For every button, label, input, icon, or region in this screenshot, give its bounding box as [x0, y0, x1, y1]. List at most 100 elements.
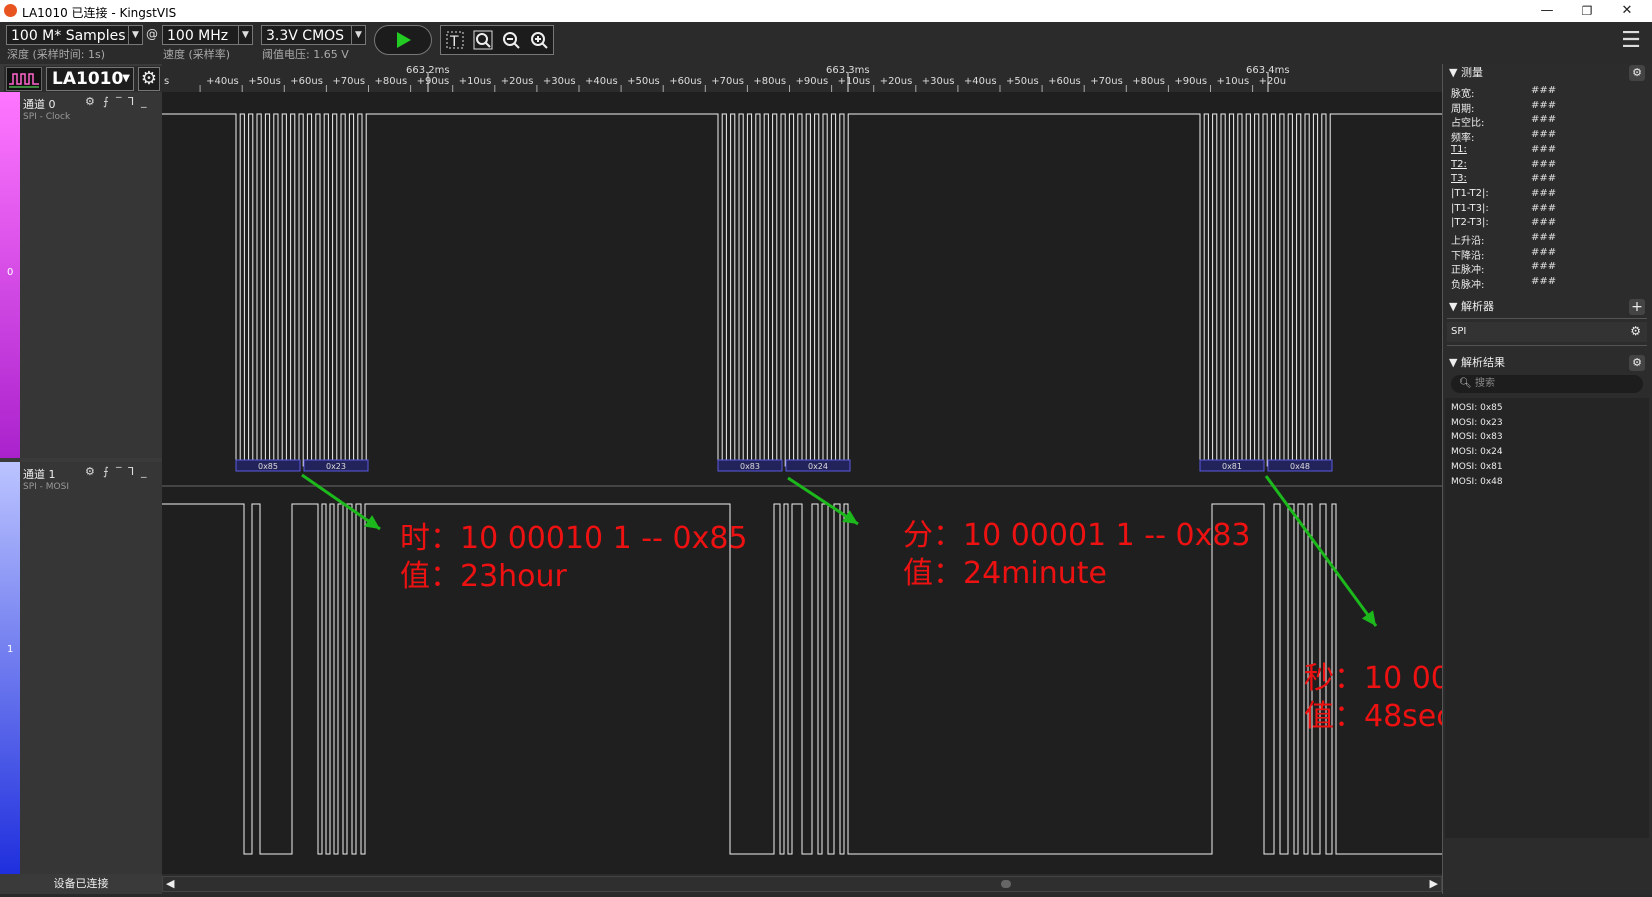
- at-sign: @: [146, 27, 158, 41]
- device-select[interactable]: LA1010 ▼: [46, 67, 134, 91]
- add-analyzer-plus-icon[interactable]: +: [1629, 299, 1645, 315]
- ruler-tick-label: +90us: [1174, 76, 1207, 87]
- zoom-in-icon[interactable]: [528, 29, 550, 51]
- measure-row: T1: ###: [1451, 144, 1647, 159]
- falling-edge-icon[interactable]: Ꞁ: [128, 95, 134, 108]
- decoded-byte-text: 0x85: [258, 462, 278, 471]
- text-tool-icon[interactable]: T: [444, 29, 466, 51]
- measure-value: ###: [1531, 99, 1557, 111]
- annotation-hour-line2: 值：23hour: [400, 559, 567, 594]
- high-level-icon[interactable]: ‾: [116, 465, 122, 478]
- high-level-icon[interactable]: ‾: [116, 95, 122, 108]
- analyzer-item[interactable]: SPI ⚙: [1447, 322, 1647, 342]
- channel-1-gear-icon[interactable]: ⚙: [85, 465, 95, 478]
- measure-row: 脉宽: ###: [1451, 85, 1647, 100]
- depth-label: 深度 (采样时间: 1s): [7, 48, 106, 61]
- svg-text:T: T: [449, 34, 459, 50]
- low-level-icon[interactable]: _: [141, 95, 147, 108]
- status-text: 设备已连接: [0, 874, 162, 894]
- samples-select[interactable]: 100 M* Samples ▼: [6, 25, 143, 45]
- analyzer-header[interactable]: ▼ 解析器 +: [1449, 298, 1647, 316]
- ruler-tick-label: +70us: [711, 76, 744, 87]
- measure-value: ###: [1531, 85, 1557, 96]
- decoded-byte-label[interactable]: 0x85: [235, 459, 301, 472]
- result-item[interactable]: MOSI: 0x24: [1451, 447, 1503, 457]
- decoded-byte-label[interactable]: 0x81: [1199, 459, 1265, 472]
- result-item[interactable]: MOSI: 0x83: [1451, 432, 1503, 442]
- start-button[interactable]: [374, 25, 432, 55]
- decoded-byte-label[interactable]: 0x24: [785, 459, 851, 472]
- rising-edge-icon[interactable]: ⨍: [103, 95, 109, 108]
- channel-0-name[interactable]: 通道 0: [23, 96, 56, 112]
- measure-value: ###: [1531, 217, 1557, 229]
- ruler-tick-label: +10us: [1217, 76, 1250, 87]
- measure-label: 脉宽:: [1451, 89, 1475, 100]
- channel-panel: LA1010 ▼ ⚙ 0 通道 0 SPI - Clock ⚙ ⨍ ‾ Ꞁ _ …: [0, 64, 162, 874]
- analyzer-gear-icon[interactable]: ⚙: [1630, 324, 1641, 338]
- zoom-out-icon[interactable]: [500, 29, 522, 51]
- measure-row: 负脉冲: ###: [1451, 276, 1647, 291]
- scroll-right-icon[interactable]: ▶: [1430, 877, 1438, 890]
- analyzer-title: 解析器: [1460, 300, 1494, 313]
- annotation-second-line1: 秒：10 00000 1 -- 0x81: [1304, 661, 1442, 696]
- ruler-tick-label: +40us: [206, 76, 239, 87]
- horizontal-scrollbar[interactable]: ◀ ▶: [162, 876, 1442, 892]
- rate-value: 100 MHz: [167, 28, 229, 44]
- scroll-thumb[interactable]: [1001, 880, 1011, 888]
- measure-header[interactable]: ▼ 测量 ⚙: [1449, 64, 1647, 82]
- channel-1-number: 1: [7, 644, 14, 655]
- channel-0-gear-icon[interactable]: ⚙: [85, 95, 95, 108]
- measure-title: 测量: [1460, 66, 1483, 79]
- play-icon: [397, 32, 411, 48]
- channel-0-number: 0: [7, 267, 14, 278]
- chevron-down-icon: ▼: [238, 26, 252, 44]
- measure-label: |T2-T3|:: [1451, 217, 1489, 229]
- falling-edge-icon[interactable]: Ꞁ: [128, 465, 134, 478]
- measure-value: ###: [1531, 232, 1557, 243]
- low-level-icon[interactable]: _: [141, 465, 147, 478]
- annotation-minute: 分：10 00001 1 -- 0x83 值：24minute: [903, 517, 1251, 593]
- decoded-byte-label[interactable]: 0x23: [303, 459, 369, 472]
- search-input[interactable]: 🔍︎ 搜索: [1451, 375, 1643, 393]
- right-panel: ▼ 测量 ⚙ 脉宽: ### 周期: ### 占空比: ### 频率: ### T1: ### T2…: [1442, 64, 1652, 894]
- measure-label: 正脉冲:: [1451, 265, 1485, 277]
- ruler-tick-label: +80us: [1132, 76, 1165, 87]
- measure-gear-icon[interactable]: ⚙: [1629, 65, 1645, 81]
- measure-value: ###: [1531, 261, 1557, 273]
- measure-row: 占空比: ###: [1451, 114, 1647, 129]
- app-icon: [4, 4, 17, 17]
- result-item[interactable]: MOSI: 0x81: [1451, 462, 1503, 472]
- device-settings-gear-icon[interactable]: ⚙: [138, 67, 160, 91]
- results-gear-icon[interactable]: ⚙: [1629, 355, 1645, 371]
- analyzer-item-label: SPI: [1451, 326, 1467, 337]
- ruler-tick-label: +80us: [375, 76, 408, 87]
- measure-value: ###: [1531, 173, 1557, 185]
- ruler-tick-label: +60us: [1048, 76, 1081, 87]
- chevron-down-icon: ▼: [122, 73, 130, 84]
- result-item[interactable]: MOSI: 0x48: [1451, 477, 1503, 487]
- ruler-tick-label: +60us: [290, 76, 323, 87]
- scroll-left-icon[interactable]: ◀: [166, 877, 174, 890]
- zoom-fit-icon[interactable]: [472, 29, 494, 51]
- green-arrow: [301, 473, 381, 531]
- measure-row: 正脉冲: ###: [1451, 261, 1647, 276]
- rising-edge-icon[interactable]: ⨍: [103, 465, 109, 478]
- waveform-area[interactable]: 0x85 0x23 0x83 0x24 0x81 0x48 时：10 00010 1 --…: [162, 92, 1442, 874]
- decoded-byte-label[interactable]: 0x48: [1267, 459, 1333, 472]
- menu-icon[interactable]: ☰: [1620, 30, 1642, 52]
- time-ruler[interactable]: s +40us +50us +60us +70us +80us +90us +10us +20u…: [162, 64, 1442, 93]
- measure-label: T1:: [1451, 143, 1467, 155]
- measure-row: |T2-T3|: ###: [1451, 217, 1647, 232]
- results-header[interactable]: ▼ 解析结果 ⚙: [1449, 354, 1647, 372]
- measure-value: ###: [1531, 114, 1557, 126]
- decoded-byte-label[interactable]: 0x83: [717, 459, 783, 472]
- result-item[interactable]: MOSI: 0x85: [1451, 403, 1503, 413]
- measure-row: |T1-T3|: ###: [1451, 203, 1647, 218]
- ruler-tick-label: +70us: [332, 76, 365, 87]
- close-button[interactable]: ✕: [1604, 0, 1650, 22]
- voltage-select[interactable]: 3.3V CMOS ▼: [261, 25, 366, 45]
- result-item[interactable]: MOSI: 0x23: [1451, 418, 1503, 428]
- rate-select[interactable]: 100 MHz ▼: [162, 25, 253, 45]
- collapse-arrow-icon: ▼: [1449, 300, 1458, 313]
- channel-1-name[interactable]: 通道 1: [23, 466, 56, 482]
